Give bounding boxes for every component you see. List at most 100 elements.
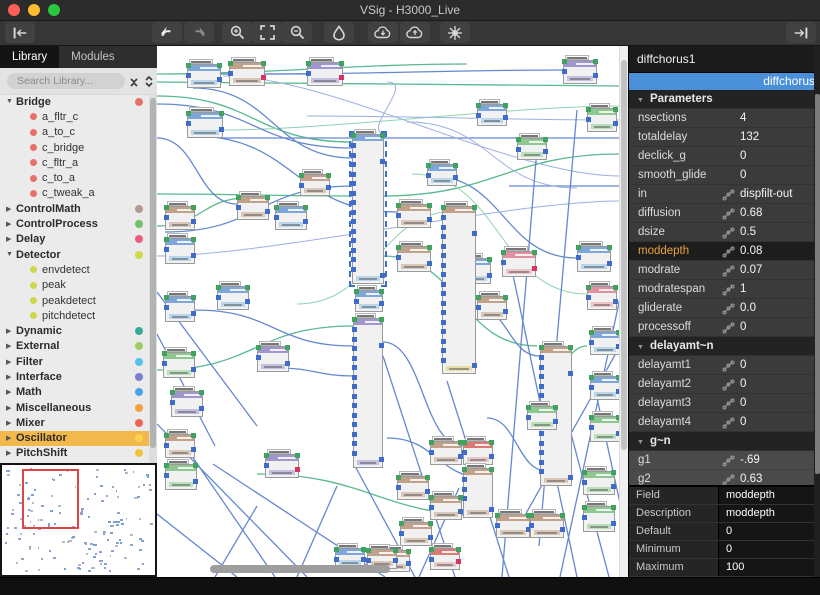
- audio-port[interactable]: [354, 289, 359, 294]
- zoom-fit-button[interactable]: [252, 22, 282, 43]
- cloud-download-button[interactable]: [368, 22, 398, 43]
- graph-node[interactable]: [477, 104, 507, 126]
- audio-port[interactable]: [164, 433, 169, 438]
- disclosure-triangle-icon[interactable]: ▶: [6, 327, 16, 335]
- audio-port[interactable]: [164, 205, 169, 210]
- input-port[interactable]: [441, 339, 446, 344]
- audio-port[interactable]: [503, 103, 508, 108]
- graph-node[interactable]: [430, 548, 460, 570]
- audio-port[interactable]: [589, 375, 594, 380]
- output-port[interactable]: [503, 309, 508, 314]
- input-port[interactable]: [441, 329, 446, 334]
- graph-node[interactable]: [496, 514, 530, 538]
- graph-node[interactable]: [217, 286, 249, 310]
- connection-edge[interactable]: [157, 82, 620, 86]
- param-value[interactable]: 0: [740, 416, 746, 428]
- param-row-dsize[interactable]: dsize0.5: [629, 223, 820, 242]
- audio-port[interactable]: [379, 317, 384, 322]
- audio-port[interactable]: [199, 390, 204, 395]
- param-row-in[interactable]: indispfilt-out: [629, 185, 820, 204]
- input-port[interactable]: [562, 69, 567, 74]
- input-port[interactable]: [186, 121, 191, 126]
- audio-port[interactable]: [501, 250, 506, 255]
- input-port[interactable]: [501, 260, 506, 265]
- sidebar-item-detector[interactable]: ▼Detector: [0, 247, 149, 262]
- audio-port[interactable]: [186, 63, 191, 68]
- input-port[interactable]: [539, 393, 544, 398]
- input-port[interactable]: [351, 257, 356, 262]
- output-port[interactable]: [303, 219, 308, 224]
- param-value[interactable]: 1: [740, 283, 746, 295]
- input-port[interactable]: [366, 558, 371, 563]
- graph-node[interactable]: [187, 64, 221, 88]
- sidebar-item-dynamic[interactable]: ▶Dynamic: [0, 323, 149, 338]
- param-value[interactable]: 132: [740, 131, 759, 143]
- control-port[interactable]: [261, 75, 266, 80]
- library-module-envdetect[interactable]: envdetect: [0, 262, 149, 277]
- param-row-delayamt3[interactable]: delayamt30: [629, 394, 820, 413]
- input-port[interactable]: [539, 450, 544, 455]
- param-row-totaldelay[interactable]: totaldelay132: [629, 128, 820, 147]
- disclosure-triangle-icon[interactable]: ▶: [6, 205, 16, 213]
- audio-port[interactable]: [274, 205, 279, 210]
- input-port[interactable]: [539, 431, 544, 436]
- input-port[interactable]: [462, 450, 467, 455]
- input-port[interactable]: [589, 340, 594, 345]
- audio-port[interactable]: [219, 111, 224, 116]
- graph-node[interactable]: [397, 246, 431, 272]
- sidebar-item-interface[interactable]: ▶Interface: [0, 369, 149, 384]
- sidebar-item-oscillator[interactable]: ▶Oscillator: [0, 431, 149, 446]
- audio-port[interactable]: [613, 107, 618, 112]
- audio-port[interactable]: [295, 453, 300, 458]
- input-port[interactable]: [352, 384, 357, 389]
- output-port[interactable]: [489, 454, 494, 459]
- output-port[interactable]: [285, 361, 290, 366]
- audio-port[interactable]: [589, 330, 594, 335]
- param-row-smooth_glide[interactable]: smooth_glide0: [629, 166, 820, 185]
- output-port[interactable]: [613, 121, 618, 126]
- audio-port[interactable]: [607, 245, 612, 250]
- input-port[interactable]: [354, 299, 359, 304]
- search-input[interactable]: Search Library...: [7, 73, 125, 89]
- output-port[interactable]: [613, 299, 618, 304]
- audio-port[interactable]: [458, 495, 463, 500]
- output-port[interactable]: [568, 371, 573, 376]
- param-row-moddepth[interactable]: moddepth0.08: [629, 242, 820, 261]
- redo-button[interactable]: [184, 22, 214, 43]
- input-port[interactable]: [441, 215, 446, 220]
- input-port[interactable]: [351, 162, 356, 167]
- param-value[interactable]: 0: [740, 321, 746, 333]
- audio-port[interactable]: [487, 257, 492, 262]
- audio-port[interactable]: [216, 285, 221, 290]
- audio-port[interactable]: [352, 317, 357, 322]
- graph-node[interactable]: [165, 434, 195, 458]
- graph-node[interactable]: [397, 476, 429, 500]
- expand-all-icon[interactable]: [143, 74, 155, 88]
- library-module-pitchdetect[interactable]: pitchdetect: [0, 308, 149, 323]
- audio-port[interactable]: [261, 61, 266, 66]
- input-port[interactable]: [351, 200, 356, 205]
- input-port[interactable]: [351, 248, 356, 253]
- graph-node[interactable]: [163, 352, 195, 378]
- disclosure-triangle-icon[interactable]: ▼: [6, 251, 16, 258]
- input-port[interactable]: [352, 327, 357, 332]
- audio-port[interactable]: [164, 295, 169, 300]
- output-port[interactable]: [379, 343, 384, 348]
- input-port[interactable]: [516, 147, 521, 152]
- graph-node-selected[interactable]: [352, 134, 384, 284]
- audio-port[interactable]: [589, 415, 594, 420]
- output-port[interactable]: [427, 261, 432, 266]
- audio-port[interactable]: [456, 547, 461, 552]
- input-port[interactable]: [576, 255, 581, 260]
- input-port[interactable]: [228, 71, 233, 76]
- audio-port[interactable]: [264, 453, 269, 458]
- audio-port[interactable]: [326, 173, 331, 178]
- output-port[interactable]: [219, 127, 224, 132]
- audio-port[interactable]: [568, 345, 573, 350]
- disclosure-triangle-icon[interactable]: ▶: [6, 235, 16, 243]
- audio-port[interactable]: [191, 295, 196, 300]
- input-port[interactable]: [352, 346, 357, 351]
- output-port[interactable]: [393, 558, 398, 563]
- audio-port[interactable]: [228, 61, 233, 66]
- param-row-g1[interactable]: g1-.69: [629, 451, 820, 470]
